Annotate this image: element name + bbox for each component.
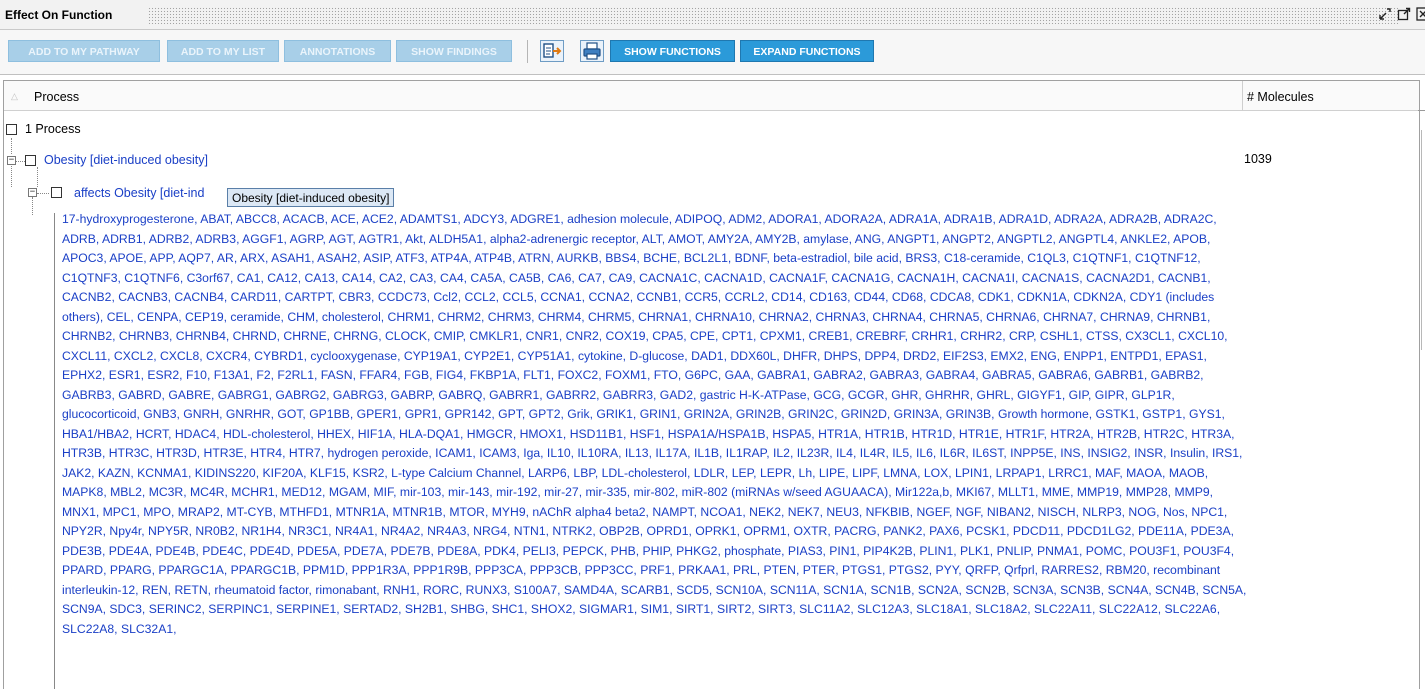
select-all-checkbox[interactable] <box>6 124 17 135</box>
restore-icon[interactable] <box>1378 7 1392 21</box>
print-icon[interactable] <box>580 40 604 62</box>
expand-functions-button[interactable]: EXPAND FUNCTIONS <box>740 40 874 62</box>
sort-arrow-icon[interactable]: △ <box>11 91 18 102</box>
row-checkbox[interactable] <box>25 155 36 166</box>
annotations-button[interactable]: ANNOTATIONS <box>284 40 391 62</box>
titlebar-drag-area[interactable] <box>148 7 1400 24</box>
column-header-process[interactable]: Process <box>34 90 79 104</box>
molecule-list-bracket <box>54 213 55 689</box>
molecule-count: 1039 <box>1244 152 1272 166</box>
collapse-toggle[interactable]: − <box>28 188 37 197</box>
tree-connector <box>16 161 25 162</box>
show-functions-button[interactable]: SHOW FUNCTIONS <box>610 40 735 62</box>
function-affects-obesity-link[interactable]: affects Obesity [diet-ind <box>74 186 204 200</box>
process-count-label: 1 Process <box>25 122 81 136</box>
molecule-list[interactable]: 17-hydroxyprogesterone, ABAT, ABCC8, ACA… <box>62 210 1252 639</box>
column-divider[interactable] <box>1242 81 1243 111</box>
toolbar-separator <box>527 40 528 63</box>
column-header-molecules[interactable]: # Molecules <box>1247 90 1314 104</box>
add-to-my-pathway-button[interactable]: ADD TO MY PATHWAY <box>8 40 160 62</box>
tree-connector <box>37 167 38 187</box>
window-title: Effect On Function <box>5 8 113 22</box>
export-icon[interactable] <box>540 40 564 62</box>
tree-connector <box>37 193 49 194</box>
grid-header: △ Process # Molecules <box>4 81 1419 111</box>
collapse-toggle[interactable]: − <box>7 156 16 165</box>
function-obesity-link[interactable]: Obesity [diet-induced obesity] <box>44 153 208 167</box>
add-to-my-list-button[interactable]: ADD TO MY LIST <box>167 40 279 62</box>
popout-icon[interactable] <box>1397 7 1411 21</box>
vertical-scrollbar[interactable] <box>1418 0 1425 689</box>
tree-connector <box>11 138 12 154</box>
tooltip: Obesity [diet-induced obesity] <box>227 188 395 207</box>
show-findings-button[interactable]: SHOW FINDINGS <box>396 40 512 62</box>
window-titlebar: Effect On Function <box>0 0 1425 30</box>
tree-connector <box>11 163 12 187</box>
tree-connector <box>32 197 33 215</box>
row-checkbox[interactable] <box>51 187 62 198</box>
